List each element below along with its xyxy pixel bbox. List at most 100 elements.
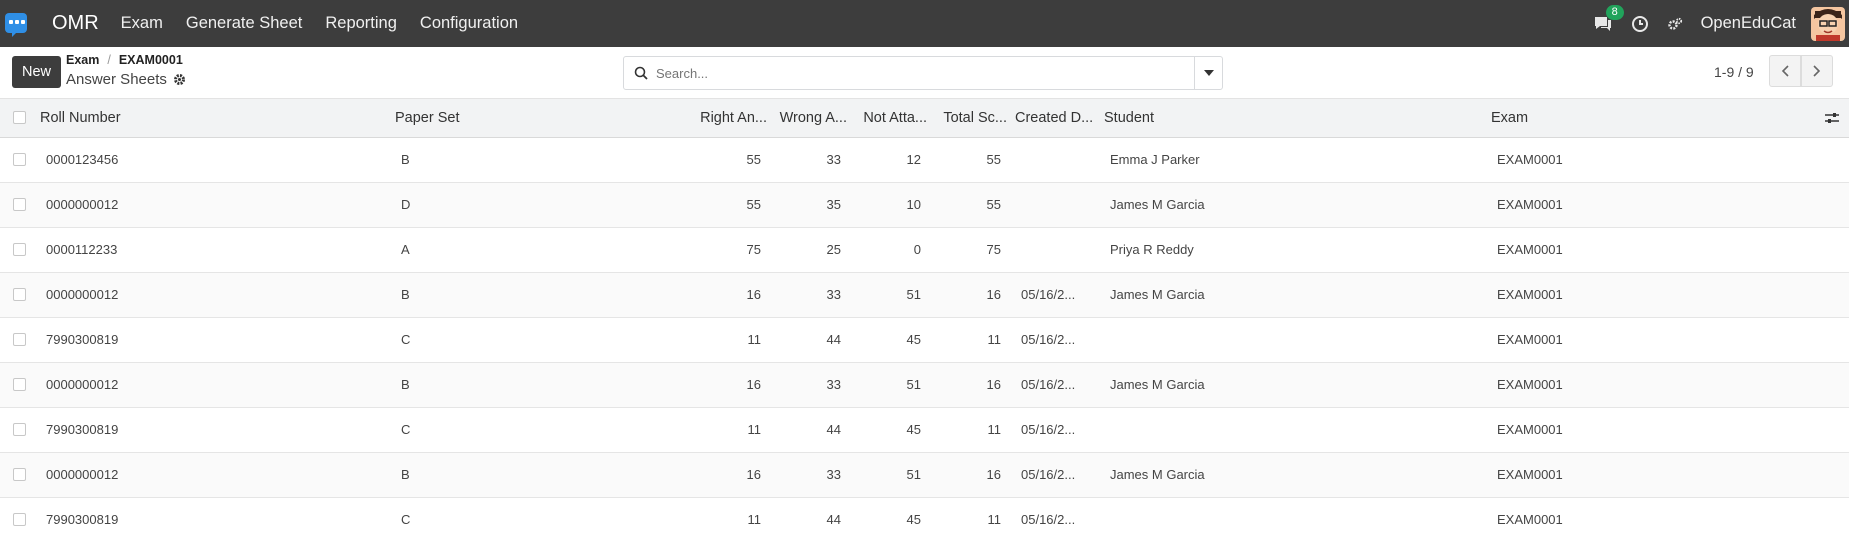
cell-roll-number[interactable]: 7990300819 (36, 497, 391, 538)
cell-student[interactable] (1100, 407, 1487, 453)
messages-button[interactable]: 8 (1593, 4, 1624, 33)
cell-not-attempted[interactable]: 45 (851, 407, 931, 453)
table-row[interactable]: 7990300819 C 11 44 45 11 05/16/2... EXAM0001 (0, 497, 1849, 538)
cell-created-date[interactable] (1011, 227, 1100, 273)
cell-exam[interactable]: EXAM0001 (1487, 272, 1805, 318)
cell-wrong-answers[interactable]: 33 (771, 272, 851, 318)
cell-created-date[interactable] (1011, 137, 1100, 183)
omr-app-icon[interactable] (4, 11, 30, 37)
cell-right-answers[interactable]: 16 (691, 452, 771, 498)
col-paper-set[interactable]: Paper Set (391, 99, 691, 138)
cell-paper-set[interactable]: C (391, 407, 691, 453)
select-all-checkbox[interactable] (13, 111, 26, 125)
company-name[interactable]: OpenEduCat (1701, 14, 1796, 33)
cell-student[interactable] (1100, 317, 1487, 363)
table-row[interactable]: 0000000012 D 55 35 10 55 James M Garcia EXAM000… (0, 182, 1849, 228)
cell-wrong-answers[interactable]: 44 (771, 407, 851, 453)
cell-student[interactable]: James M Garcia (1100, 182, 1487, 228)
search-options-toggle[interactable] (1194, 57, 1222, 89)
menu-generate-sheet[interactable]: Generate Sheet (186, 14, 303, 33)
cell-not-attempted[interactable]: 0 (851, 227, 931, 273)
cell-paper-set[interactable]: B (391, 272, 691, 318)
cell-paper-set[interactable]: C (391, 317, 691, 363)
cell-paper-set[interactable]: A (391, 227, 691, 273)
cell-total-score[interactable]: 55 (931, 137, 1011, 183)
cell-exam[interactable]: EXAM0001 (1487, 497, 1805, 538)
cell-total-score[interactable]: 16 (931, 452, 1011, 498)
cell-student[interactable]: Priya R Reddy (1100, 227, 1487, 273)
cell-total-score[interactable]: 11 (931, 407, 1011, 453)
cell-paper-set[interactable]: B (391, 362, 691, 408)
cell-paper-set[interactable]: B (391, 452, 691, 498)
cell-right-answers[interactable]: 11 (691, 317, 771, 363)
cell-roll-number[interactable]: 0000000012 (36, 362, 391, 408)
menu-exam[interactable]: Exam (121, 14, 163, 33)
cell-not-attempted[interactable]: 45 (851, 497, 931, 538)
gear-icon[interactable] (173, 73, 186, 86)
cell-student[interactable]: James M Garcia (1100, 362, 1487, 408)
row-checkbox[interactable] (13, 243, 26, 256)
cell-created-date[interactable]: 05/16/2... (1011, 272, 1100, 318)
cell-exam[interactable]: EXAM0001 (1487, 317, 1805, 363)
new-button[interactable]: New (12, 56, 61, 88)
cell-wrong-answers[interactable]: 25 (771, 227, 851, 273)
activities-button[interactable] (1631, 15, 1649, 33)
cell-created-date[interactable]: 05/16/2... (1011, 452, 1100, 498)
cell-not-attempted[interactable]: 51 (851, 272, 931, 318)
row-checkbox[interactable] (13, 153, 26, 166)
cell-wrong-answers[interactable]: 35 (771, 182, 851, 228)
cell-created-date[interactable]: 05/16/2... (1011, 317, 1100, 363)
cell-total-score[interactable]: 16 (931, 272, 1011, 318)
cell-total-score[interactable]: 55 (931, 182, 1011, 228)
row-checkbox[interactable] (13, 423, 26, 436)
cell-roll-number[interactable]: 7990300819 (36, 317, 391, 363)
row-checkbox[interactable] (13, 198, 26, 211)
cell-created-date[interactable]: 05/16/2... (1011, 407, 1100, 453)
row-checkbox[interactable] (13, 288, 26, 301)
app-brand[interactable]: OMR (52, 12, 99, 35)
cell-exam[interactable]: EXAM0001 (1487, 362, 1805, 408)
cell-roll-number[interactable]: 0000000012 (36, 452, 391, 498)
cell-right-answers[interactable]: 16 (691, 272, 771, 318)
table-row[interactable]: 7990300819 C 11 44 45 11 05/16/2... EXAM0001 (0, 407, 1849, 453)
pager-previous-button[interactable] (1769, 55, 1801, 87)
pager-value[interactable]: 1-9 / 9 (1714, 64, 1754, 80)
breadcrumb-exam-record[interactable]: EXAM0001 (119, 53, 183, 67)
cell-created-date[interactable]: 05/16/2... (1011, 497, 1100, 538)
menu-reporting[interactable]: Reporting (325, 14, 397, 33)
cell-wrong-answers[interactable]: 33 (771, 137, 851, 183)
table-row[interactable]: 0000000012 B 16 33 51 16 05/16/2... James M Gar… (0, 452, 1849, 498)
cell-exam[interactable]: EXAM0001 (1487, 137, 1805, 183)
cell-not-attempted[interactable]: 45 (851, 317, 931, 363)
breadcrumb-exam[interactable]: Exam (66, 53, 99, 67)
cell-exam[interactable]: EXAM0001 (1487, 182, 1805, 228)
cell-right-answers[interactable]: 16 (691, 362, 771, 408)
cell-total-score[interactable]: 11 (931, 497, 1011, 538)
cell-student[interactable] (1100, 497, 1487, 538)
cell-roll-number[interactable]: 0000112233 (36, 227, 391, 273)
cell-exam[interactable]: EXAM0001 (1487, 452, 1805, 498)
cell-right-answers[interactable]: 75 (691, 227, 771, 273)
table-row[interactable]: 0000123456 B 55 33 12 55 Emma J Parker EXAM0001 (0, 137, 1849, 183)
col-total-score[interactable]: Total Sc... (931, 99, 1011, 138)
table-row[interactable]: 7990300819 C 11 44 45 11 05/16/2... EXAM0001 (0, 317, 1849, 363)
col-created-date[interactable]: Created D... (1011, 99, 1100, 138)
cell-wrong-answers[interactable]: 44 (771, 497, 851, 538)
cell-not-attempted[interactable]: 51 (851, 452, 931, 498)
table-row[interactable]: 0000000012 B 16 33 51 16 05/16/2... James M Gar… (0, 362, 1849, 408)
cell-student[interactable]: James M Garcia (1100, 272, 1487, 318)
pager-next-button[interactable] (1801, 55, 1833, 87)
cell-wrong-answers[interactable]: 33 (771, 452, 851, 498)
cell-right-answers[interactable]: 55 (691, 182, 771, 228)
cell-not-attempted[interactable]: 12 (851, 137, 931, 183)
col-right-answers[interactable]: Right An... (691, 99, 771, 138)
user-avatar[interactable] (1811, 6, 1845, 41)
settings-button[interactable] (1667, 16, 1683, 32)
cell-exam[interactable]: EXAM0001 (1487, 407, 1805, 453)
cell-created-date[interactable] (1011, 182, 1100, 228)
row-checkbox[interactable] (13, 513, 26, 526)
cell-paper-set[interactable]: D (391, 182, 691, 228)
cell-roll-number[interactable]: 7990300819 (36, 407, 391, 453)
col-wrong-answers[interactable]: Wrong A... (771, 99, 851, 138)
col-student[interactable]: Student (1100, 99, 1487, 138)
